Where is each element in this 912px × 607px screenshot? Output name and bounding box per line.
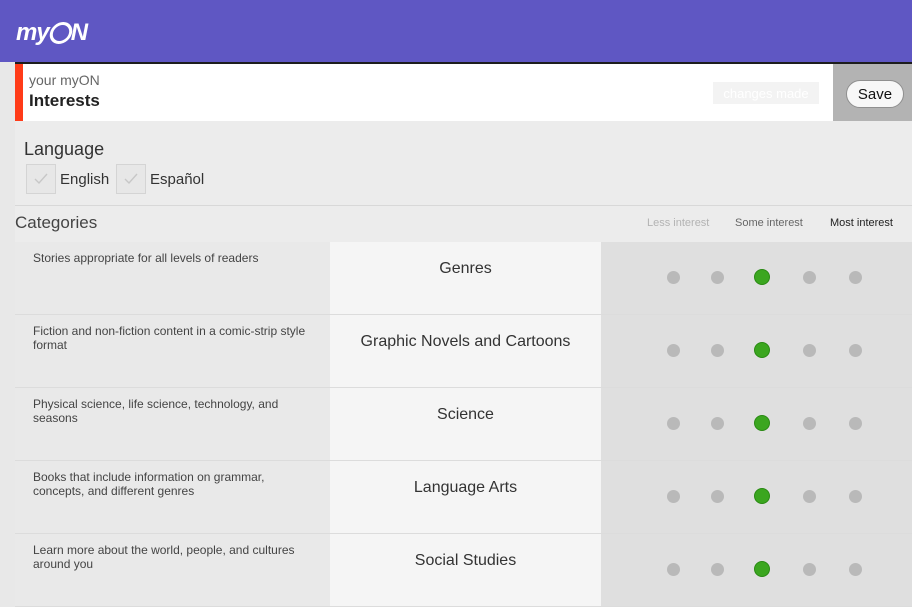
category-list: Stories appropriate for all levels of re… [15, 242, 912, 607]
interest-level-4-dot[interactable] [802, 562, 816, 576]
myon-logo[interactable]: my N [16, 19, 88, 46]
categories-heading: Categories [15, 213, 98, 232]
category-description: Books that include information on gramma… [15, 461, 330, 533]
category-row-social-studies: Learn more about the world, people, and … [15, 534, 912, 607]
interest-level-2-dot[interactable] [710, 416, 724, 430]
save-button[interactable]: Save [846, 80, 904, 108]
interest-level-3-dot[interactable] [754, 269, 770, 285]
interest-level-4-dot[interactable] [802, 489, 816, 503]
section-divider [15, 205, 912, 206]
scale-label-less: Less interest [647, 217, 710, 229]
interest-level-1-dot[interactable] [666, 270, 680, 284]
espanol-label: Español [150, 170, 205, 188]
interests-header: your myON Interests changes made Save [15, 62, 912, 121]
category-row-genres: Stories appropriate for all levels of re… [15, 242, 912, 315]
category-description: Physical science, life science, technolo… [15, 388, 330, 460]
interest-rating [601, 388, 912, 460]
category-name: Language Arts [330, 461, 601, 533]
accent-strip [15, 64, 23, 121]
changes-made-indicator: changes made [713, 82, 819, 104]
interest-level-5-dot[interactable] [848, 489, 862, 503]
interest-rating [601, 534, 912, 606]
english-label: English [60, 170, 110, 188]
interest-level-3-dot[interactable] [754, 488, 770, 504]
interest-level-3-dot[interactable] [754, 415, 770, 431]
interest-level-2-dot[interactable] [710, 343, 724, 357]
interest-level-2-dot[interactable] [710, 489, 724, 503]
category-name: Social Studies [330, 534, 601, 606]
interest-rating [601, 315, 912, 387]
interest-level-2-dot[interactable] [710, 562, 724, 576]
top-bar: my N [0, 0, 912, 62]
check-icon [124, 173, 138, 185]
interest-rating [601, 461, 912, 533]
english-checkbox[interactable] [26, 164, 56, 194]
interests-content: Language English Español Categories Less… [15, 121, 912, 607]
interest-level-5-dot[interactable] [848, 343, 862, 357]
interest-level-4-dot[interactable] [802, 270, 816, 284]
category-description: Fiction and non-fiction content in a com… [15, 315, 330, 387]
espanol-checkbox[interactable] [116, 164, 146, 194]
category-description: Stories appropriate for all levels of re… [15, 242, 330, 314]
interest-level-1-dot[interactable] [666, 343, 680, 357]
category-name: Science [330, 388, 601, 460]
interest-level-1-dot[interactable] [666, 489, 680, 503]
check-icon [34, 173, 48, 185]
language-option-english[interactable]: English [26, 164, 109, 194]
interest-level-3-dot[interactable] [754, 342, 770, 358]
category-row-language-arts: Books that include information on gramma… [15, 461, 912, 534]
interest-level-1-dot[interactable] [666, 562, 680, 576]
language-label: Language [24, 139, 105, 159]
category-description: Learn more about the world, people, and … [15, 534, 330, 606]
category-name: Graphic Novels and Cartoons [330, 315, 601, 387]
category-row-graphic-novels: Fiction and non-fiction content in a com… [15, 315, 912, 388]
interest-level-3-dot[interactable] [754, 561, 770, 577]
header-subtitle: your myON [29, 72, 100, 88]
scale-label-most: Most interest [830, 217, 893, 229]
language-option-espanol[interactable]: Español [116, 164, 204, 194]
interest-level-4-dot[interactable] [802, 343, 816, 357]
interest-rating [601, 242, 912, 314]
category-name: Genres [330, 242, 601, 314]
category-row-science: Physical science, life science, technolo… [15, 388, 912, 461]
interest-level-5-dot[interactable] [848, 416, 862, 430]
interest-level-1-dot[interactable] [666, 416, 680, 430]
page-title: Interests [29, 91, 100, 110]
interest-level-5-dot[interactable] [848, 270, 862, 284]
interest-level-5-dot[interactable] [848, 562, 862, 576]
save-area: Save [833, 64, 912, 121]
interest-level-2-dot[interactable] [710, 270, 724, 284]
scale-label-some: Some interest [735, 217, 803, 229]
interest-level-4-dot[interactable] [802, 416, 816, 430]
